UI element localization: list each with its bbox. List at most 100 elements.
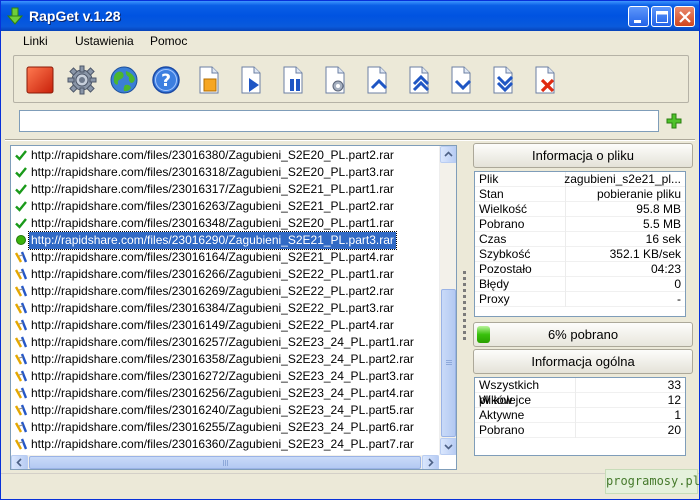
file-url: http://rapidshare.com/files/23016272/Zag… (31, 369, 414, 383)
scroll-up-button[interactable] (440, 146, 456, 163)
file-info-row: Plik zagubieni_s2e21_pl... (475, 172, 685, 187)
pause-download-icon[interactable] (276, 64, 308, 96)
file-settings-icon[interactable] (318, 64, 350, 96)
start-download-icon[interactable] (234, 64, 266, 96)
file-url: http://rapidshare.com/files/23016317/Zag… (31, 182, 394, 196)
file-url: http://rapidshare.com/files/23016257/Zag… (31, 335, 414, 349)
file-info-value: 95.8 MB (636, 202, 681, 216)
scroll-down-button[interactable] (440, 438, 456, 455)
add-icon[interactable] (666, 113, 682, 129)
maximize-button[interactable] (651, 6, 672, 27)
menu-linki[interactable]: Linki (23, 34, 48, 48)
file-list-item[interactable]: http://rapidshare.com/files/23016317/Zag… (11, 181, 439, 198)
scroll-right-button[interactable] (422, 455, 439, 469)
file-url: http://rapidshare.com/files/23016255/Zag… (31, 420, 414, 434)
delete-icon[interactable] (528, 64, 560, 96)
general-info-key: W kolejce (479, 393, 532, 407)
general-info-row: W kolejce 12 (475, 393, 685, 408)
download-progress-bar: 6% pobrano (473, 322, 693, 347)
file-url: http://rapidshare.com/files/23016380/Zag… (31, 148, 394, 162)
general-info-value: 20 (667, 423, 681, 437)
file-list-item[interactable]: http://rapidshare.com/files/23016358/Zag… (11, 351, 439, 368)
progress-label: 6% pobrano (547, 327, 619, 342)
help-icon[interactable]: ? (150, 64, 182, 96)
file-list-item[interactable]: http://rapidshare.com/files/23016269/Zag… (11, 283, 439, 300)
general-info-row: Aktywne 1 (475, 408, 685, 423)
file-url: http://rapidshare.com/files/23016266/Zag… (31, 267, 394, 281)
file-list-body[interactable]: http://rapidshare.com/files/23016380/Zag… (11, 146, 439, 455)
file-list-item[interactable]: http://rapidshare.com/files/23016384/Zag… (11, 300, 439, 317)
vertical-scrollbar[interactable] (439, 146, 456, 455)
file-url: http://rapidshare.com/files/23016348/Zag… (31, 216, 394, 230)
move-bottom-icon[interactable] (486, 64, 518, 96)
general-info-key: Aktywne (479, 408, 525, 422)
general-info-header[interactable]: Informacja ogólna (473, 349, 693, 374)
downloading-dot-icon (16, 235, 26, 245)
general-info-value: 12 (667, 393, 681, 407)
file-url: http://rapidshare.com/files/23016164/Zag… (31, 250, 394, 264)
separator (5, 139, 695, 141)
move-down-icon[interactable] (444, 64, 476, 96)
new-file-icon[interactable] (192, 64, 224, 96)
queued-arrows-icon (14, 370, 28, 382)
stop-icon[interactable] (24, 64, 56, 96)
file-list-item[interactable]: http://rapidshare.com/files/23016256/Zag… (11, 385, 439, 402)
file-list-item[interactable]: http://rapidshare.com/files/23016290/Zag… (11, 231, 439, 250)
file-url: http://rapidshare.com/files/23016290/Zag… (28, 231, 397, 250)
file-list-item[interactable]: http://rapidshare.com/files/23016164/Zag… (11, 249, 439, 266)
chevron-down-icon (444, 444, 453, 450)
menu-ustawienia[interactable]: Ustawienia (75, 34, 134, 48)
horizontal-scroll-thumb[interactable] (29, 456, 421, 469)
file-info-key: Plik (479, 172, 499, 186)
queued-arrows-icon (14, 387, 28, 399)
file-info-header[interactable]: Informacja o pliku (473, 143, 693, 168)
globe-icon[interactable] (108, 64, 140, 96)
file-info-row: Wielkość 95.8 MB (475, 202, 685, 217)
file-info-table: Plik zagubieni_s2e21_pl... Stan pobieranie … (474, 171, 686, 317)
move-up-icon[interactable] (360, 64, 392, 96)
file-url: http://rapidshare.com/files/23016358/Zag… (31, 352, 414, 366)
file-list-item[interactable]: http://rapidshare.com/files/23016318/Zag… (11, 164, 439, 181)
file-url: http://rapidshare.com/files/23016360/Zag… (31, 437, 414, 451)
horizontal-scrollbar[interactable] (11, 455, 439, 469)
file-list-item[interactable]: http://rapidshare.com/files/23016257/Zag… (11, 334, 439, 351)
url-input[interactable] (19, 110, 659, 132)
title-bar[interactable]: RapGet v.1.28 (1, 1, 699, 31)
panel-splitter[interactable] (463, 271, 467, 381)
file-list-item[interactable]: http://rapidshare.com/files/23016149/Zag… (11, 317, 439, 334)
file-list-item[interactable]: http://rapidshare.com/files/23016263/Zag… (11, 198, 439, 215)
general-info-row: Wszystkich plików 33 (475, 378, 685, 407)
scroll-left-button[interactable] (11, 455, 28, 469)
file-list-item[interactable]: http://rapidshare.com/files/23016240/Zag… (11, 402, 439, 419)
general-info-key: Pobrano (479, 423, 525, 437)
file-info-row: Czas 16 sek (475, 232, 685, 247)
file-info-value: 352.1 KB/sek (609, 247, 681, 261)
vertical-scroll-thumb[interactable] (441, 289, 456, 437)
file-list-item[interactable]: http://rapidshare.com/files/23016360/Zag… (11, 436, 439, 453)
file-info-key: Proxy (479, 292, 510, 306)
file-info-key: Czas (479, 232, 507, 246)
queued-arrows-icon (14, 285, 28, 297)
file-list-item[interactable]: http://rapidshare.com/files/23016380/Zag… (11, 147, 439, 164)
status-bar (1, 473, 699, 499)
file-url: http://rapidshare.com/files/23016240/Zag… (31, 403, 414, 417)
file-info-key: Stan (479, 187, 504, 201)
file-info-row: Pobrano 5.5 MB (475, 217, 685, 232)
file-list-item[interactable]: http://rapidshare.com/files/23016266/Zag… (11, 266, 439, 283)
menu-pomoc[interactable]: Pomoc (150, 34, 187, 48)
close-button[interactable] (674, 6, 695, 27)
queued-arrows-icon (14, 421, 28, 433)
file-url: http://rapidshare.com/files/23016149/Zag… (31, 318, 394, 332)
file-info-key: Pobrano (479, 217, 525, 231)
file-list-item[interactable]: http://rapidshare.com/files/23016272/Zag… (11, 368, 439, 385)
file-info-row: Błędy 0 (475, 277, 685, 292)
file-list-item[interactable]: http://rapidshare.com/files/23016348/Zag… (11, 215, 439, 232)
chevron-right-icon (428, 458, 434, 467)
queued-arrows-icon (14, 336, 28, 348)
file-list[interactable]: http://rapidshare.com/files/23016380/Zag… (10, 145, 457, 470)
minimize-button[interactable] (628, 6, 649, 27)
move-top-icon[interactable] (402, 64, 434, 96)
file-list-item[interactable]: http://rapidshare.com/files/23016255/Zag… (11, 419, 439, 436)
settings-gear-icon[interactable] (66, 64, 98, 96)
file-info-key: Wielkość (479, 202, 528, 216)
